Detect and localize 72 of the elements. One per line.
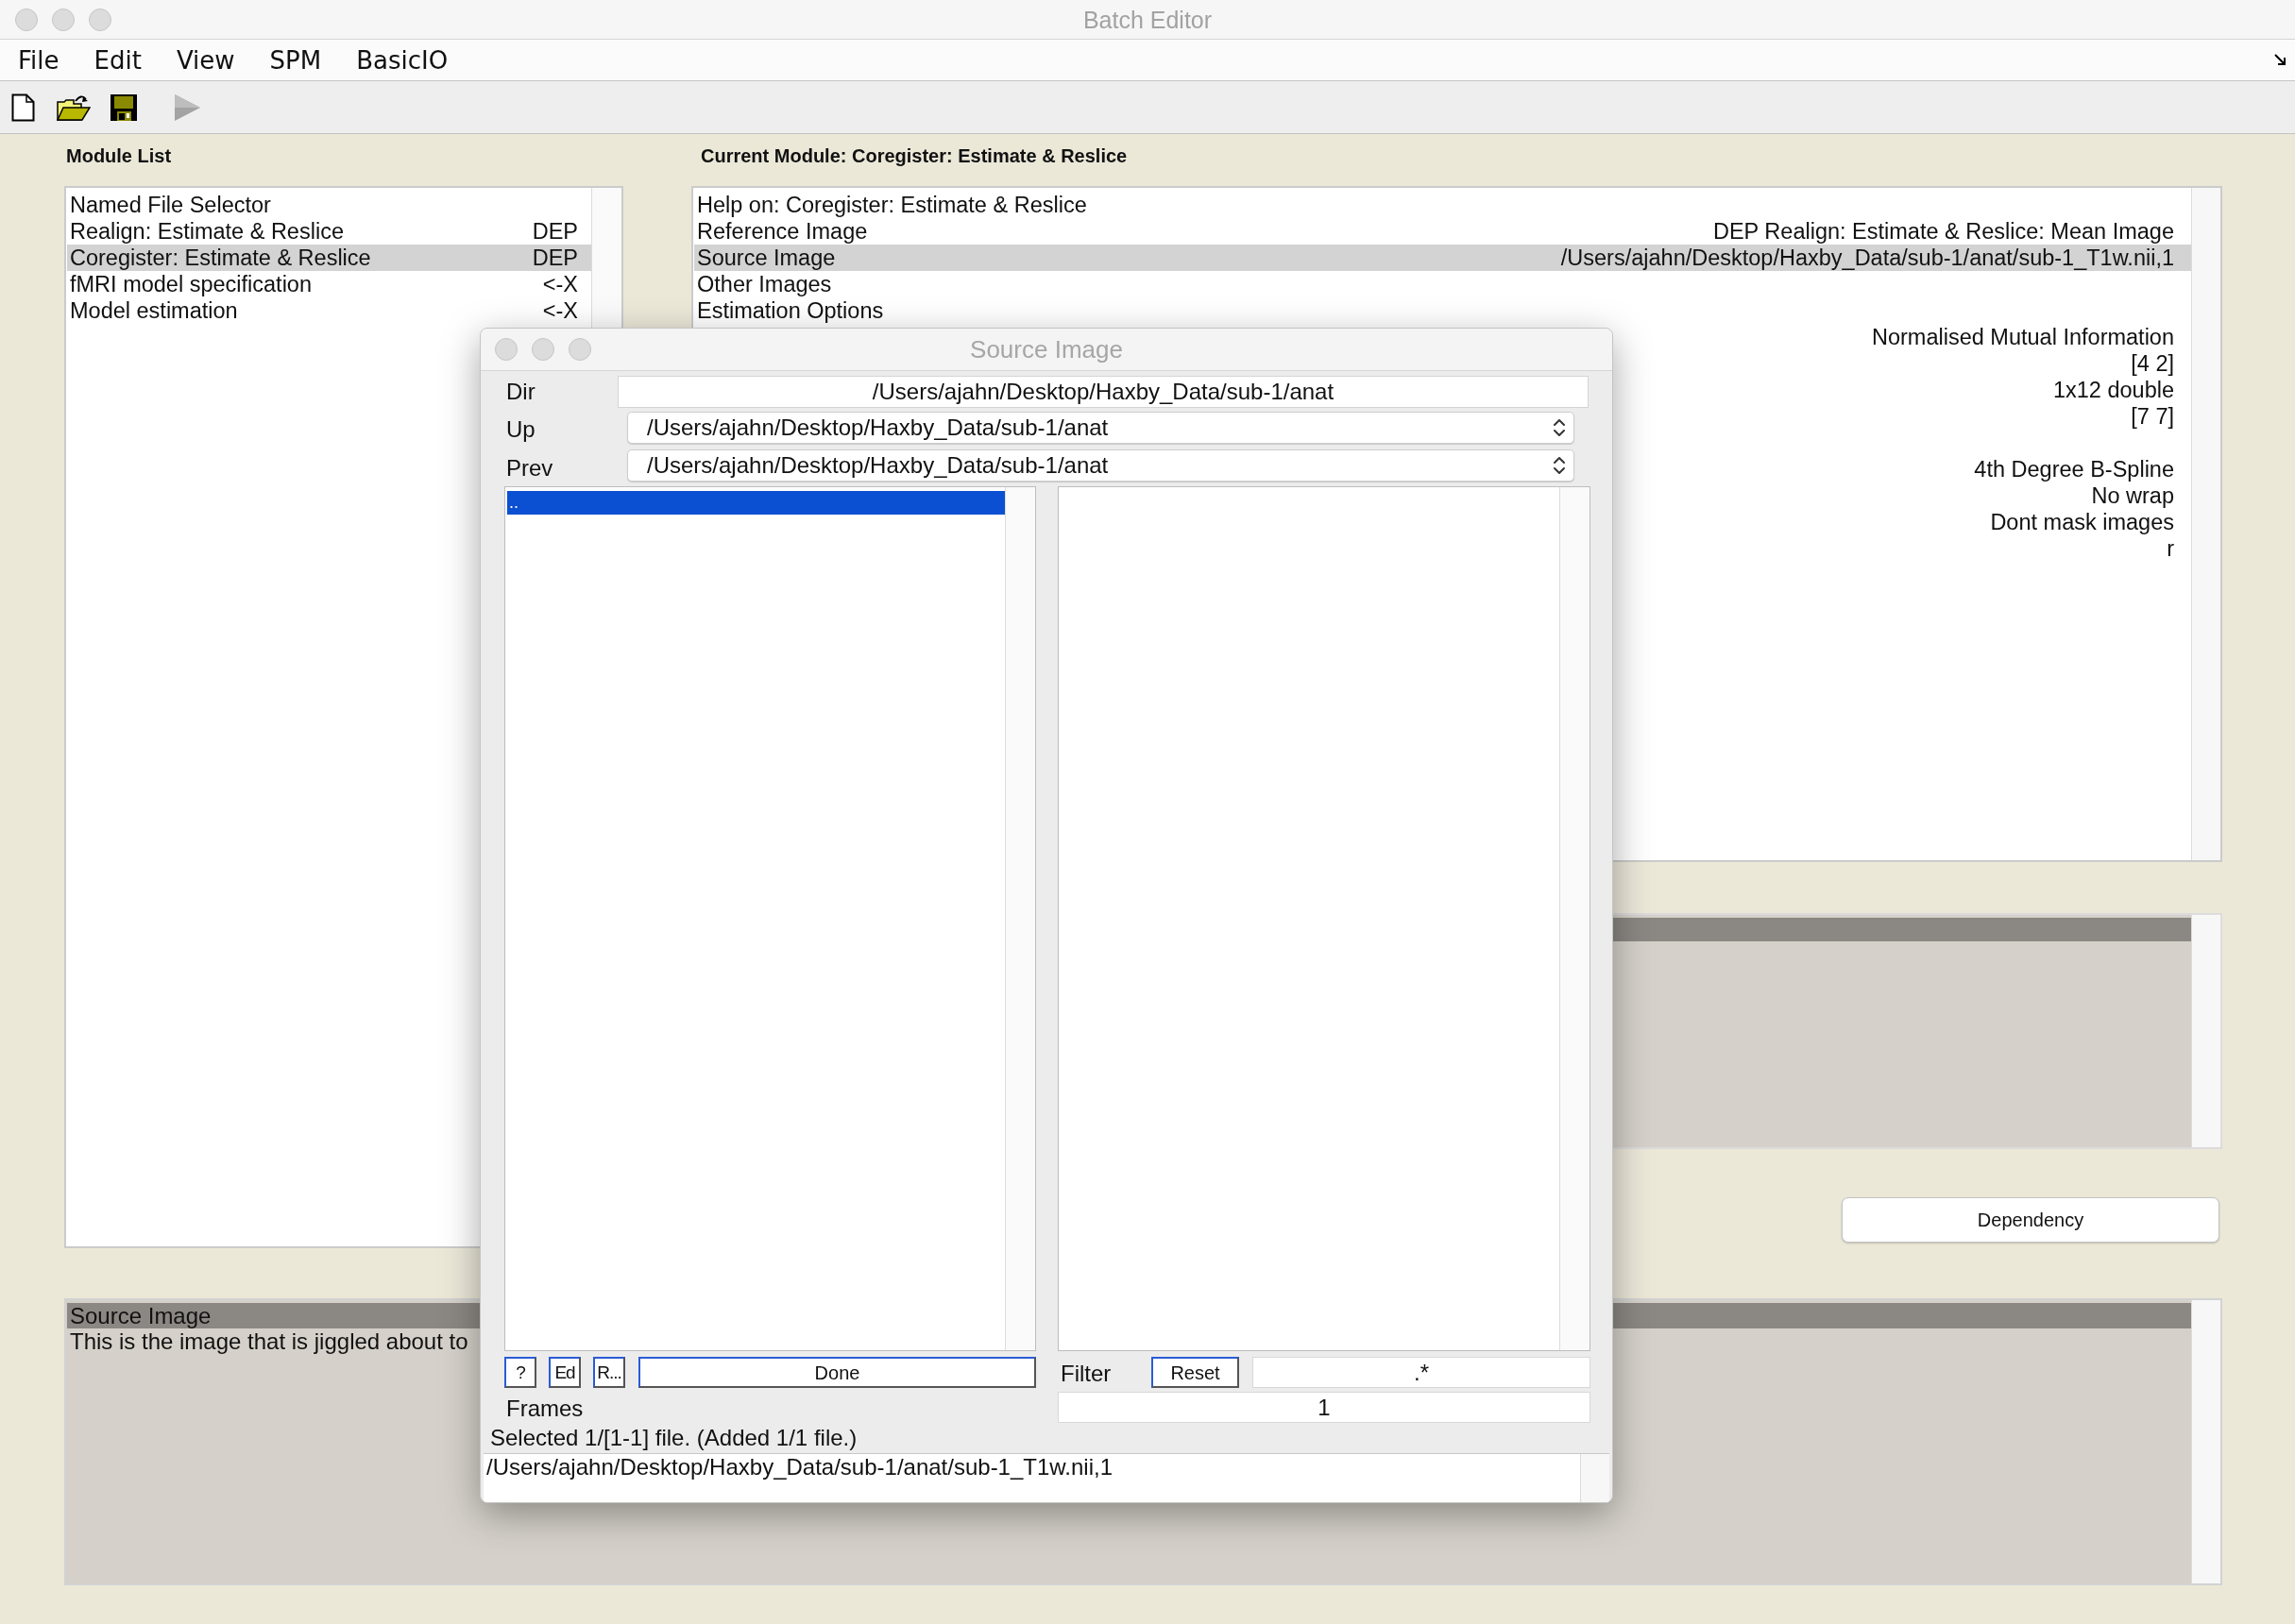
- option-value: DEP Realign: Estimate & Reslice: Mean Image: [1712, 218, 2174, 245]
- scrollbar[interactable]: [2191, 188, 2220, 860]
- option-label: Reference Image: [697, 218, 868, 245]
- selected-files-field[interactable]: /Users/ajahn/Desktop/Haxby_Data/sub-1/anat/sub-1_T1w.nii,1: [484, 1453, 1609, 1502]
- dir-field[interactable]: /Users/ajahn/Desktop/Haxby_Data/sub-1/anat: [618, 376, 1589, 408]
- up-down-chevron-icon: [1553, 455, 1566, 476]
- frames-label: Frames: [506, 1396, 584, 1421]
- option-label: Help on: Coregister: Estimate & Reslice: [697, 192, 1087, 218]
- up-label: Up: [506, 415, 536, 442]
- frames-field[interactable]: 1: [1058, 1392, 1590, 1423]
- module-list-item[interactable]: Coregister: Estimate & Reslice DEP: [67, 245, 591, 271]
- module-status: <-X: [542, 271, 578, 297]
- new-file-icon[interactable]: [11, 93, 35, 122]
- window-control-icon[interactable]: [532, 338, 554, 361]
- option-value: r: [2167, 535, 2174, 562]
- module-name: Model estimation: [70, 297, 238, 324]
- up-down-chevron-icon: [1553, 417, 1566, 438]
- window-control-icon[interactable]: [569, 338, 591, 361]
- option-value: 1x12 double: [2052, 377, 2174, 403]
- window-control-icon[interactable]: [52, 8, 75, 31]
- module-option-row[interactable]: Source Image /Users/ajahn/Desktop/Haxby_Data/sub-1/anat/sub-1_T1w.nii,1: [694, 245, 2191, 271]
- up-dropdown[interactable]: /Users/ajahn/Desktop/Haxby_Data/sub-1/anat: [627, 412, 1574, 444]
- option-label: Estimation Options: [697, 297, 884, 324]
- window-control-icon[interactable]: [495, 338, 518, 361]
- dependency-button[interactable]: Dependency: [1842, 1197, 2219, 1243]
- dir-label: Dir: [506, 378, 536, 404]
- option-value: /Users/ajahn/Desktop/Haxby_Data/sub-1/anat/sub-1_T1w.nii,1: [1560, 245, 2174, 271]
- prev-dropdown[interactable]: /Users/ajahn/Desktop/Haxby_Data/sub-1/anat: [627, 449, 1574, 482]
- filter-label: Filter: [1061, 1361, 1112, 1386]
- option-value: Normalised Mutual Information: [1872, 324, 2174, 350]
- option-label: Other Images: [697, 271, 832, 297]
- dialog-button[interactable]: ?: [504, 1357, 536, 1388]
- module-status: DEP: [532, 245, 578, 271]
- option-value: No wrap: [2091, 482, 2174, 509]
- module-name: Named File Selector: [70, 192, 271, 218]
- module-name: Realign: Estimate & Reslice: [70, 218, 344, 245]
- menu-item[interactable]: File: [18, 44, 60, 76]
- module-status: <-X: [542, 297, 578, 324]
- module-name: fMRI model specification: [70, 271, 312, 297]
- menu-item[interactable]: BasicIO: [356, 44, 449, 76]
- selected-file-path: /Users/ajahn/Desktop/Haxby_Data/sub-1/anat/sub-1_T1w.nii,1: [486, 1454, 1114, 1480]
- reset-button[interactable]: Reset: [1151, 1357, 1239, 1388]
- option-value: [7 7]: [2131, 403, 2174, 430]
- option-value: 4th Degree B-Spline: [1974, 456, 2174, 482]
- module-name: Coregister: Estimate & Reslice: [70, 245, 371, 271]
- option-value: [4 2]: [2131, 350, 2174, 377]
- current-module-title: Current Module: Coregister: Estimate & Reslice: [701, 145, 1128, 166]
- menu-item[interactable]: SPM: [269, 44, 322, 76]
- dialog-button[interactable]: R...: [593, 1357, 625, 1388]
- window-control-icon[interactable]: [15, 8, 38, 31]
- module-status: DEP: [532, 218, 578, 245]
- option-value: Dont mask images: [1990, 509, 2174, 535]
- option-label: Source Image: [697, 245, 836, 271]
- dialog-title: Source Image: [970, 335, 1123, 364]
- help-text: This is the image that is jiggled about to: [70, 1328, 468, 1354]
- dialog-button[interactable]: Ed: [549, 1357, 581, 1388]
- prev-label: Prev: [506, 454, 553, 481]
- menu-item[interactable]: View: [176, 44, 235, 76]
- scrollbar[interactable]: [1580, 1454, 1609, 1502]
- scrollbar[interactable]: [1005, 487, 1035, 1350]
- status-text: Selected 1/[1-1] file. (Added 1/1 file.): [490, 1425, 858, 1451]
- menu-item[interactable]: Edit: [94, 44, 142, 76]
- window-title: Batch Editor: [1082, 5, 1213, 34]
- arrow-icon[interactable]: [2273, 52, 2287, 68]
- done-button[interactable]: Done: [638, 1357, 1036, 1388]
- module-list-title: Module List: [66, 145, 172, 166]
- directory-item[interactable]: ..: [507, 491, 1005, 515]
- scrollbar[interactable]: [2191, 915, 2220, 1147]
- window-control-icon[interactable]: [89, 8, 111, 31]
- filter-field[interactable]: .*: [1252, 1357, 1590, 1388]
- scrollbar[interactable]: [2191, 1300, 2220, 1583]
- scrollbar[interactable]: [1559, 487, 1590, 1350]
